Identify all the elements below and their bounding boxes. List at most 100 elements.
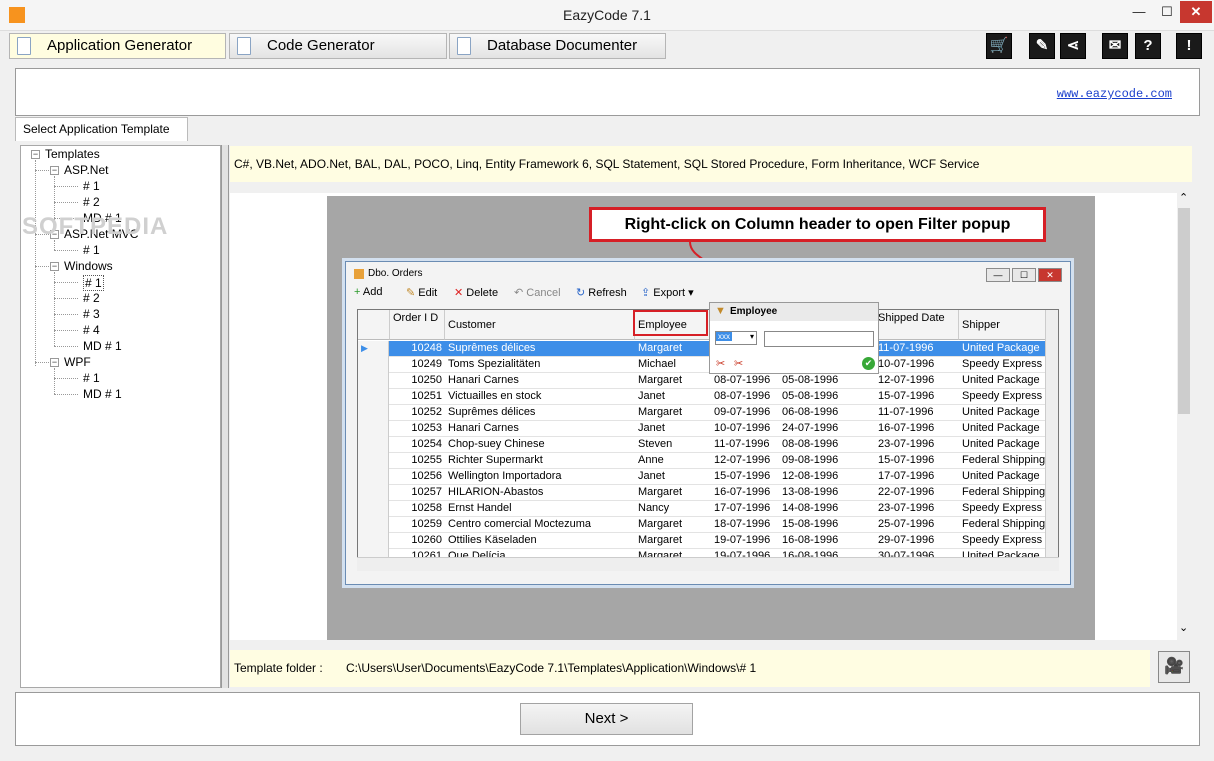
table-row[interactable]: 10251 Victuailles en stock Janet 08-07-1996… bbox=[358, 389, 1058, 405]
column-header[interactable]: Order I D bbox=[390, 310, 445, 340]
close-button[interactable]: ✕ bbox=[1038, 268, 1062, 282]
table-row[interactable]: 10259 Centro comercial Moctezuma Margaret 1… bbox=[358, 517, 1058, 533]
cart-button[interactable]: 🛒 bbox=[986, 33, 1012, 59]
add-button[interactable]: + Add bbox=[354, 286, 382, 298]
table-row[interactable]: 10253 Hanari Carnes Janet 10-07-1996 24-07-1… bbox=[358, 421, 1058, 437]
tab-label: Code Generator bbox=[267, 37, 375, 54]
table-row[interactable]: 10250 Hanari Carnes Margaret 08-07-1996 05-0… bbox=[358, 373, 1058, 389]
column-header[interactable]: Shipper bbox=[959, 310, 1058, 340]
delete-button[interactable]: ✕ Delete bbox=[454, 286, 498, 299]
table-cell: 14-08-1996 bbox=[782, 502, 839, 514]
table-cell: Richter Supermarkt bbox=[448, 454, 543, 466]
table-row[interactable]: 10256 Wellington Importadora Janet 15-07-19… bbox=[358, 469, 1058, 485]
tree-node-aspnet[interactable]: ASP.Net bbox=[64, 163, 108, 177]
orders-grid: Order I D Customer Employee Shipped Date… bbox=[357, 309, 1059, 571]
cancel-button[interactable]: ↶ Cancel bbox=[514, 286, 561, 299]
minimize-button[interactable]: — bbox=[986, 268, 1010, 282]
table-cell: 10251 bbox=[411, 390, 442, 402]
splitter[interactable] bbox=[221, 145, 229, 688]
row-header[interactable] bbox=[358, 533, 389, 549]
table-cell: 15-07-1996 bbox=[878, 454, 935, 466]
tree-node-windows-3[interactable]: # 3 bbox=[83, 307, 100, 321]
table-row[interactable]: 10257 HILARION-Abastos Margaret 16-07-1996 1… bbox=[358, 485, 1058, 501]
filter-value-input[interactable] bbox=[764, 331, 874, 347]
table-row[interactable]: 10255 Richter Supermarkt Anne 12-07-1996 09-… bbox=[358, 453, 1058, 469]
tab-code-generator[interactable]: Code Generator bbox=[229, 33, 447, 59]
row-header[interactable] bbox=[358, 437, 389, 453]
scroll-down-icon[interactable]: ⌄ bbox=[1179, 621, 1188, 634]
next-button[interactable]: Next > bbox=[520, 703, 693, 735]
alert-button[interactable]: ! bbox=[1176, 33, 1202, 59]
grid-horizontal-scrollbar[interactable] bbox=[357, 557, 1059, 571]
table-cell: Margaret bbox=[638, 486, 683, 498]
scrollbar-thumb[interactable] bbox=[1178, 208, 1190, 414]
collapse-icon[interactable]: − bbox=[50, 262, 59, 271]
tree-node-wpf-1[interactable]: # 1 bbox=[83, 371, 100, 385]
close-button[interactable]: ✕ bbox=[1180, 1, 1212, 23]
clear-filter-icon[interactable]: ✂ bbox=[716, 357, 725, 370]
table-row[interactable]: 10260 Ottilies Käseladen Margaret 19-07-199… bbox=[358, 533, 1058, 549]
table-cell: Suprêmes délices bbox=[448, 342, 536, 354]
tree-node-mvc-1[interactable]: # 1 bbox=[83, 243, 100, 257]
row-header[interactable] bbox=[358, 389, 389, 405]
table-cell: 10256 bbox=[411, 470, 442, 482]
tree-node-windows-1[interactable]: # 1 bbox=[83, 275, 104, 291]
table-cell: 10260 bbox=[411, 534, 442, 546]
table-cell: 10254 bbox=[411, 438, 442, 450]
minimize-button[interactable]: — bbox=[1124, 1, 1154, 23]
apply-filter-icon[interactable]: ✔ bbox=[862, 357, 875, 370]
export-button[interactable]: ⇪ Export ▾ bbox=[641, 286, 694, 299]
row-header[interactable] bbox=[358, 373, 389, 389]
table-cell: 05-08-1996 bbox=[782, 374, 839, 386]
share-button[interactable]: ⋖ bbox=[1060, 33, 1086, 59]
tree-node-wpf-md1[interactable]: MD # 1 bbox=[83, 387, 122, 401]
row-header[interactable] bbox=[358, 357, 389, 373]
column-header[interactable]: Shipped Date bbox=[875, 310, 959, 340]
table-cell: 10-07-1996 bbox=[714, 422, 771, 434]
table-row[interactable]: 10258 Ernst Handel Nancy 17-07-1996 14-08-19… bbox=[358, 501, 1058, 517]
refresh-button[interactable]: ↻ Refresh bbox=[576, 286, 627, 299]
document-icon bbox=[457, 37, 471, 55]
row-header[interactable]: ▶ bbox=[358, 341, 389, 357]
collapse-icon[interactable]: − bbox=[31, 150, 40, 159]
edit-button[interactable]: ✎ Edit bbox=[406, 286, 437, 299]
collapse-icon[interactable]: − bbox=[50, 166, 59, 175]
tree-node-aspnet-2[interactable]: # 2 bbox=[83, 195, 100, 209]
tree-node-templates[interactable]: Templates bbox=[45, 147, 100, 161]
column-header[interactable]: Customer bbox=[445, 310, 635, 340]
help-button[interactable]: ? bbox=[1135, 33, 1161, 59]
mail-button[interactable]: ✉ bbox=[1102, 33, 1128, 59]
tree-node-windows[interactable]: Windows bbox=[64, 259, 113, 273]
collapse-icon[interactable]: − bbox=[50, 358, 59, 367]
tree-node-wpf[interactable]: WPF bbox=[64, 355, 91, 369]
table-cell: 08-07-1996 bbox=[714, 390, 771, 402]
row-header[interactable] bbox=[358, 517, 389, 533]
tree-node-windows-4[interactable]: # 4 bbox=[83, 323, 100, 337]
table-row[interactable]: 10252 Suprêmes délices Margaret 09-07-1996 0… bbox=[358, 405, 1058, 421]
row-header[interactable] bbox=[358, 469, 389, 485]
maximize-button[interactable]: ☐ bbox=[1154, 1, 1180, 23]
filter-operator-select[interactable]: xxx ▾ bbox=[715, 331, 757, 345]
row-header[interactable] bbox=[358, 421, 389, 437]
template-folder-label: Template folder : bbox=[234, 661, 323, 675]
tab-database-documenter[interactable]: Database Documenter bbox=[449, 33, 666, 59]
row-header[interactable] bbox=[358, 501, 389, 517]
row-header[interactable] bbox=[358, 485, 389, 501]
tree-node-windows-2[interactable]: # 2 bbox=[83, 291, 100, 305]
maximize-button[interactable]: ☐ bbox=[1012, 268, 1036, 282]
row-header[interactable] bbox=[358, 405, 389, 421]
table-row[interactable]: 10254 Chop-suey Chinese Steven 11-07-1996 08… bbox=[358, 437, 1058, 453]
tree-node-windows-md1[interactable]: MD # 1 bbox=[83, 339, 122, 353]
tab-application-generator[interactable]: Application Generator bbox=[9, 33, 226, 59]
tab-select-template[interactable]: Select Application Template bbox=[15, 117, 188, 141]
scroll-up-icon[interactable]: ⌃ bbox=[1179, 191, 1188, 204]
tool-label: Add bbox=[362, 286, 383, 298]
tree-node-aspnet-1[interactable]: # 1 bbox=[83, 179, 100, 193]
website-link[interactable]: www.eazycode.com bbox=[1057, 87, 1172, 101]
document-icon bbox=[237, 37, 251, 55]
edit-button[interactable]: ✎ bbox=[1029, 33, 1055, 59]
row-header[interactable] bbox=[358, 453, 389, 469]
grid-vertical-scrollbar[interactable] bbox=[1045, 310, 1058, 557]
video-camera-icon[interactable]: 🎥 bbox=[1158, 651, 1190, 683]
remove-filter-icon[interactable]: ✂ bbox=[734, 357, 743, 370]
